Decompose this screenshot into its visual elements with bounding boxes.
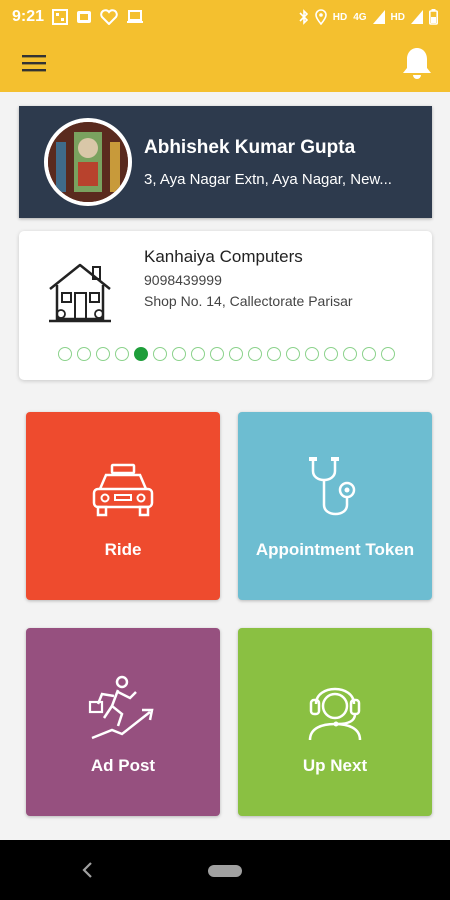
ride-tile[interactable]: Ride xyxy=(26,412,220,600)
business-phone: 9098439999 xyxy=(144,272,222,288)
carousel-dot[interactable] xyxy=(343,347,357,361)
appointment-token-tile[interactable]: Appointment Token xyxy=(238,412,432,600)
carousel-dot[interactable] xyxy=(362,347,376,361)
profile-name: Abhishek Kumar Gupta xyxy=(144,136,356,158)
carousel-dot[interactable] xyxy=(305,347,319,361)
business-info: Kanhaiya Computers 9098439999 Shop No. 1… xyxy=(144,247,353,309)
back-chevron-icon[interactable] xyxy=(80,860,94,880)
carousel-dot[interactable] xyxy=(324,347,338,361)
message-notification-icon xyxy=(77,11,92,23)
hamburger-menu-icon[interactable] xyxy=(22,54,46,72)
carousel-dot[interactable] xyxy=(267,347,281,361)
ride-label: Ride xyxy=(104,540,142,559)
carousel-dot[interactable] xyxy=(248,347,262,361)
carousel-dot[interactable] xyxy=(115,347,129,361)
taxi-icon xyxy=(90,456,156,526)
carousel-dot[interactable] xyxy=(134,347,148,361)
carousel-dot[interactable] xyxy=(172,347,186,361)
signal-icon-1 xyxy=(372,10,385,24)
carousel-dot[interactable] xyxy=(286,347,300,361)
profile-card[interactable]: Abhishek Kumar Gupta 3, Aya Nagar Extn, … xyxy=(19,106,432,218)
bell-icon[interactable] xyxy=(402,46,432,80)
profile-address: 3, Aya Nagar Extn, Aya Nagar, New... xyxy=(144,170,392,188)
carousel-dot[interactable] xyxy=(58,347,72,361)
ad-post-label: Ad Post xyxy=(90,756,156,775)
carousel-dot[interactable] xyxy=(229,347,243,361)
home-pill-icon[interactable] xyxy=(208,865,242,877)
ad-post-tile[interactable]: Ad Post xyxy=(26,628,220,816)
headset-support-icon xyxy=(302,672,368,742)
up-next-tile[interactable]: Up Next xyxy=(238,628,432,816)
network-type-label: 4G xyxy=(353,11,367,23)
app-bar xyxy=(0,34,450,92)
carousel-dot[interactable] xyxy=(96,347,110,361)
signal-icon-2 xyxy=(411,10,423,24)
avatar-image xyxy=(48,122,128,202)
house-icon xyxy=(49,263,111,323)
avatar[interactable] xyxy=(44,118,132,206)
heart-notification-icon xyxy=(100,9,118,25)
business-card[interactable]: Kanhaiya Computers 9098439999 Shop No. 1… xyxy=(19,231,432,380)
business-name: Kanhaiya Computers xyxy=(144,247,303,266)
laptop-notification-icon xyxy=(127,10,144,23)
stethoscope-icon xyxy=(305,456,365,526)
navigation-bar xyxy=(0,840,450,900)
network-label-1: HD xyxy=(332,11,348,23)
network-label-2: HD xyxy=(390,11,405,23)
bluetooth-icon xyxy=(299,9,308,25)
carousel-dot[interactable] xyxy=(153,347,167,361)
status-time: 9:21 xyxy=(12,8,45,25)
profile-text: Abhishek Kumar Gupta 3, Aya Nagar Extn, … xyxy=(144,137,424,188)
business-address: Shop No. 14, Callectorate Parisar xyxy=(144,293,353,309)
location-icon xyxy=(314,9,327,25)
carousel-dot[interactable] xyxy=(210,347,224,361)
appointment-token-label: Appointment Token xyxy=(255,540,415,559)
up-next-label: Up Next xyxy=(302,756,368,775)
carousel-indicator[interactable] xyxy=(58,347,395,361)
carousel-dot[interactable] xyxy=(191,347,205,361)
carousel-dot[interactable] xyxy=(77,347,91,361)
status-bar: 9:21 HD 4G HD xyxy=(0,0,450,34)
growth-runner-icon xyxy=(88,672,158,742)
carousel-dot[interactable] xyxy=(381,347,395,361)
status-right: HD 4G HD xyxy=(299,9,438,25)
battery-icon xyxy=(429,9,438,25)
status-left: 9:21 xyxy=(12,8,144,26)
qr-notification-icon xyxy=(52,9,69,25)
